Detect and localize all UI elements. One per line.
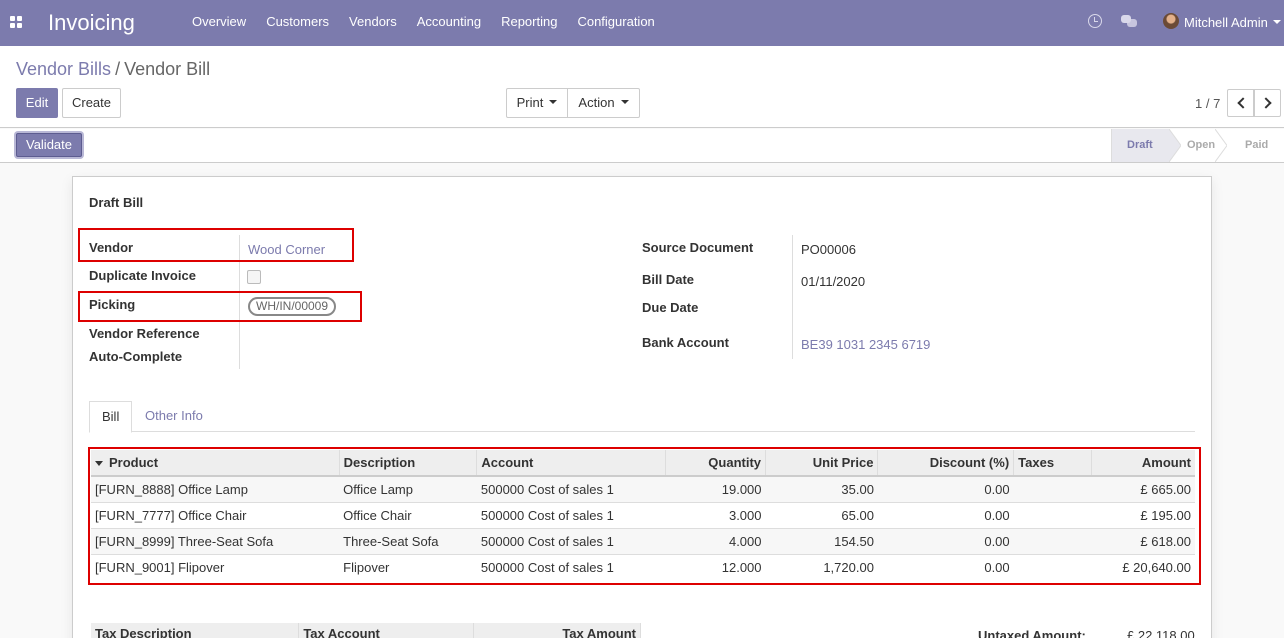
- menu-item-overview[interactable]: Overview: [182, 14, 256, 29]
- edit-button[interactable]: Edit: [16, 88, 58, 118]
- duplicate-invoice-checkbox[interactable]: [247, 270, 261, 284]
- menu-item-vendors[interactable]: Vendors: [339, 14, 407, 29]
- menu-item-customers[interactable]: Customers: [256, 14, 339, 29]
- bill-date-label: Bill Date: [642, 272, 695, 287]
- user-menu-caret-icon[interactable]: [1273, 20, 1281, 24]
- tab-bill[interactable]: Bill: [89, 401, 133, 433]
- stage-draft[interactable]: Draft: [1111, 129, 1181, 162]
- tax-header-row: Tax Description Tax Account Tax Amount: [91, 623, 641, 638]
- app-title[interactable]: Invoicing: [48, 10, 135, 36]
- auto-complete-label: Auto-Complete: [89, 349, 183, 364]
- untaxed-amount-value: £ 22,118.00: [1127, 628, 1195, 638]
- action-dropdown[interactable]: Action: [567, 88, 640, 118]
- action-label: Action: [578, 95, 615, 110]
- source-document-label: Source Document: [642, 240, 754, 255]
- pager-value[interactable]: 1 / 7: [1195, 96, 1220, 111]
- pager-next-button[interactable]: [1254, 89, 1281, 117]
- pager-previous-button[interactable]: [1227, 89, 1254, 117]
- field-divider: [792, 235, 793, 359]
- stage-paid[interactable]: Paid: [1227, 129, 1284, 162]
- stage-open-label: Open: [1187, 139, 1216, 151]
- action-caret-icon: [620, 99, 629, 104]
- menu-item-reporting[interactable]: Reporting: [491, 14, 567, 29]
- bank-account-label: Bank Account: [642, 335, 729, 350]
- stage-draft-label: Draft: [1127, 139, 1153, 151]
- control-panel: Vendor Bills / Vendor Bill Edit Create Pri…: [0, 46, 1284, 128]
- breadcrumb-separator: /: [115, 59, 121, 79]
- main-menu: Overview Customers Vendors Accounting Re…: [182, 14, 665, 29]
- vendor-reference-label: Vendor Reference: [89, 326, 200, 341]
- user-name[interactable]: Mitchell Admin: [1184, 15, 1268, 30]
- activity-clock-icon[interactable]: [1088, 14, 1102, 28]
- chevron-left-icon: [1237, 97, 1249, 109]
- source-document-field[interactable]: PO00006: [801, 242, 856, 257]
- column-tax-amount[interactable]: Tax Amount: [473, 623, 641, 638]
- picking-highlight: [78, 291, 362, 322]
- column-tax-account[interactable]: Tax Account: [298, 623, 475, 638]
- breadcrumb-current: Vendor Bill: [124, 59, 211, 79]
- print-label: Print: [516, 95, 544, 110]
- breadcrumb: Vendor Bills / Vendor Bill: [16, 59, 210, 80]
- untaxed-amount-label: Untaxed Amount:: [978, 628, 1086, 638]
- tax-table: Tax Description Tax Account Tax Amount: [91, 623, 641, 638]
- sheet-title: Draft Bill: [89, 195, 144, 210]
- status-bar: Validate Draft Open Paid: [0, 129, 1284, 163]
- form-sheet: Draft Bill Vendor Wood Corner Duplicate …: [72, 176, 1212, 638]
- menu-item-configuration[interactable]: Configuration: [567, 14, 664, 29]
- bill-date-field[interactable]: 01/11/2020: [801, 274, 865, 289]
- messaging-chat-icon[interactable]: [1121, 15, 1137, 27]
- breadcrumb-vendor-bills[interactable]: Vendor Bills: [16, 59, 111, 79]
- tab-other-info[interactable]: Other Info: [133, 401, 215, 433]
- user-avatar[interactable]: [1163, 13, 1179, 29]
- column-tax-description[interactable]: Tax Description: [91, 623, 300, 638]
- stage-pipeline: Draft Open Paid: [1111, 129, 1284, 162]
- bank-account-field[interactable]: BE39 1031 2345 6719: [801, 337, 930, 352]
- duplicate-invoice-label: Duplicate Invoice: [89, 268, 196, 283]
- validate-button[interactable]: Validate: [16, 133, 82, 157]
- print-caret-icon: [549, 99, 558, 104]
- due-date-label: Due Date: [642, 300, 699, 315]
- create-button[interactable]: Create: [62, 88, 121, 118]
- vendor-highlight: [78, 228, 354, 262]
- stage-paid-label: Paid: [1245, 139, 1269, 151]
- print-dropdown[interactable]: Print: [506, 88, 568, 118]
- notebook-tabs: Bill Other Info: [89, 401, 1195, 433]
- invoice-lines-highlight: [88, 447, 1201, 585]
- top-navbar: Invoicing Overview Customers Vendors Acc…: [0, 0, 1284, 46]
- stage-arrow-icon: [1169, 129, 1181, 162]
- menu-item-accounting[interactable]: Accounting: [407, 14, 491, 29]
- stage-arrow-icon: [1215, 129, 1227, 162]
- apps-grid-icon[interactable]: [10, 16, 22, 28]
- chevron-right-icon: [1260, 97, 1272, 109]
